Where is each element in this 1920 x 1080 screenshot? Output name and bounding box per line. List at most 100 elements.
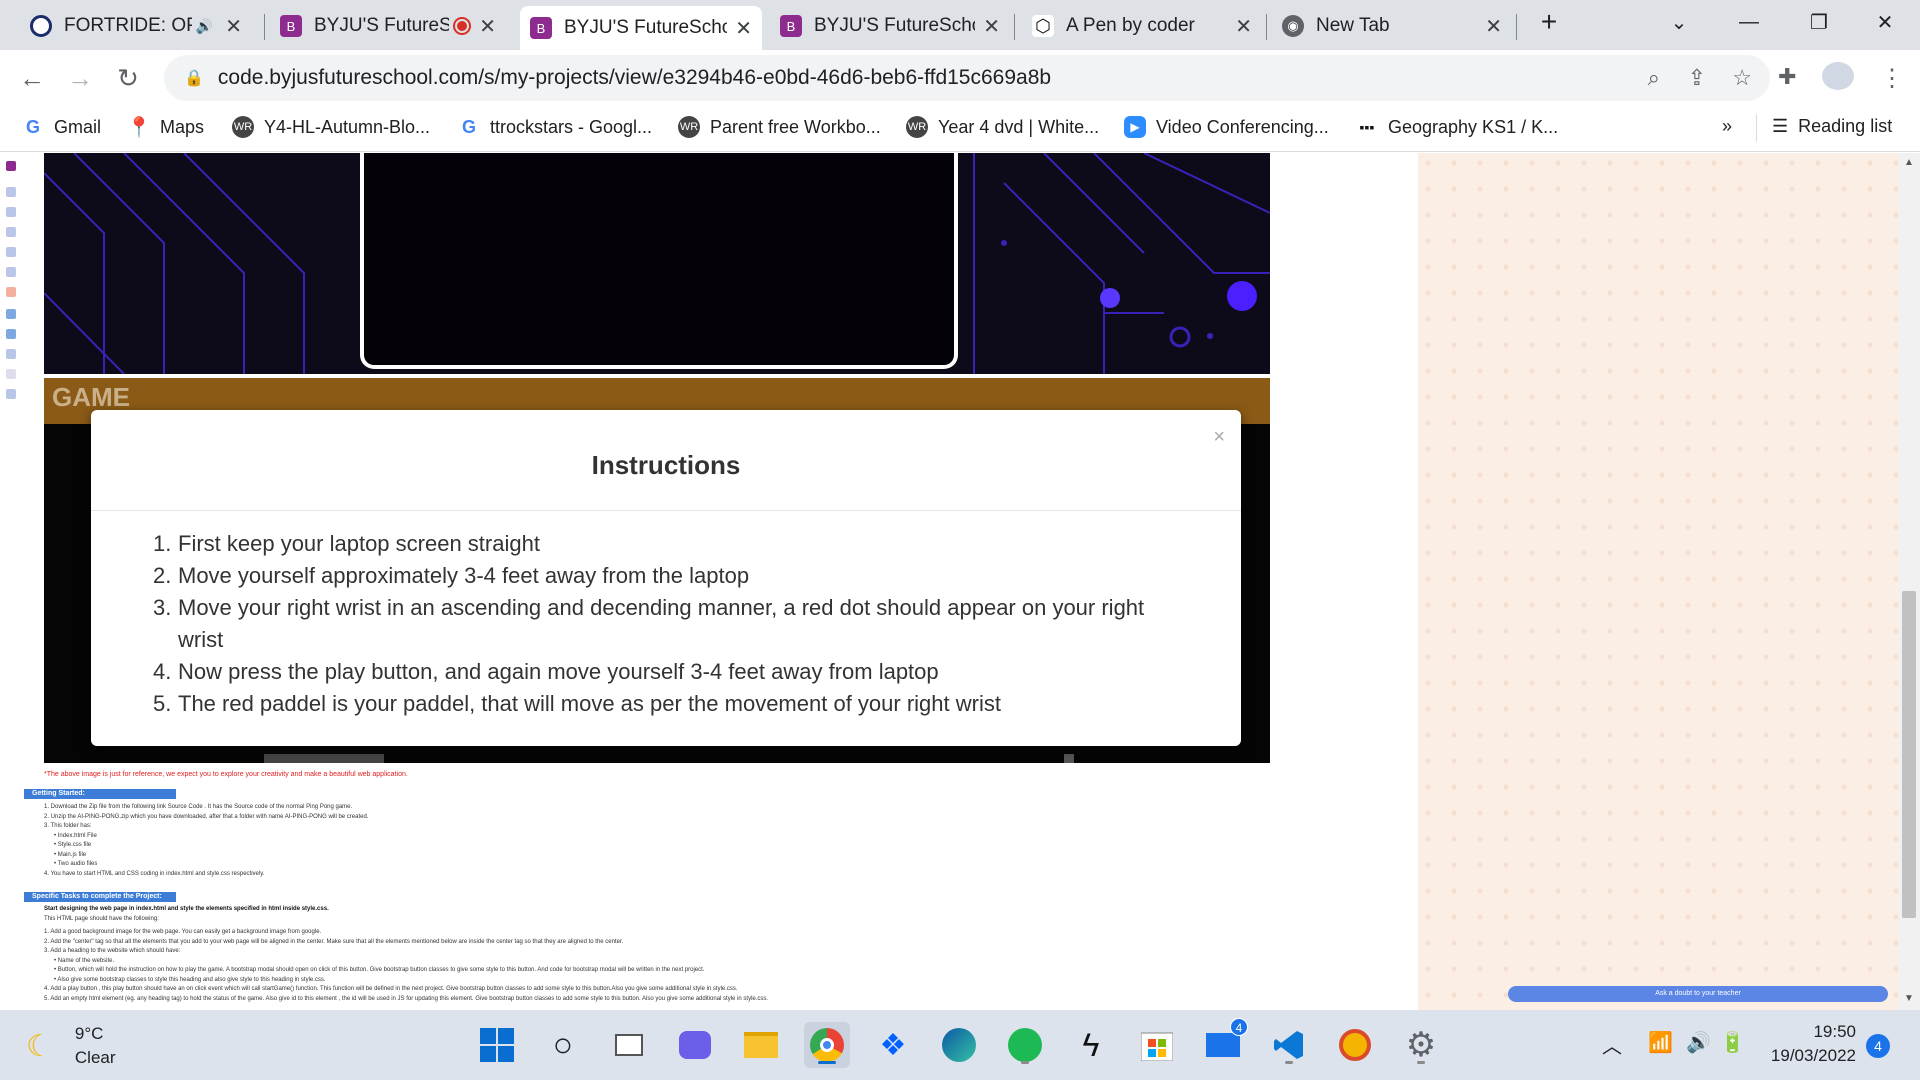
sidebar-item-icon[interactable] [6, 369, 16, 379]
instructions-list: 1. First keep your laptop screen straight… [153, 528, 1193, 720]
task-view-icon[interactable] [606, 1022, 652, 1068]
whiterose-icon: WR [232, 116, 254, 138]
reference-note: *The above image is just for reference, … [44, 771, 408, 778]
sidebar-item-icon[interactable] [6, 227, 16, 237]
clock-date: 19/03/2022 [1770, 1046, 1856, 1065]
windows-taskbar: ☾ 9°C Clear ○ ❖ ϟ 4 ⚙ ︿ 📶 🔊 🔋 19:50 19/0… [0, 1010, 1920, 1080]
sidebar-logo-icon[interactable] [6, 161, 16, 171]
bookmark-gmail[interactable]: G Gmail [22, 116, 101, 138]
bookmark-geography[interactable]: ▪▪▪ Geography KS1 / K... [1356, 116, 1558, 138]
share-icon[interactable]: ⇪ [1688, 65, 1706, 91]
scroll-up-icon[interactable]: ▲ [1904, 157, 1914, 168]
instruction-item: 2. Move yourself approximately 3-4 feet a… [153, 563, 750, 588]
show-hidden-icons-chevron-icon[interactable]: ︿ [1602, 1030, 1622, 1059]
tab-byjus-1[interactable]: B BYJU'S FutureS ✕ [270, 6, 506, 46]
wifi-icon[interactable]: 📶 [1648, 1030, 1673, 1055]
tab-byjus-3[interactable]: B BYJU'S FutureSchoo ✕ [770, 6, 1010, 46]
minimize-button[interactable]: — [1714, 0, 1784, 44]
address-bar[interactable]: 🔒 code.byjusfutureschool.com/s/my-projec… [164, 55, 1770, 101]
bookmark-star-icon[interactable]: ☆ [1732, 65, 1752, 91]
reading-list-button[interactable]: ☰ Reading list [1772, 116, 1892, 137]
google-icon: G [458, 116, 480, 138]
codepen-icon: ⬡ [1032, 15, 1054, 37]
notifications-badge[interactable]: 4 [1866, 1034, 1890, 1058]
sidebar-item-icon[interactable] [6, 309, 16, 319]
menu-kebab-icon[interactable]: ⋮ [1880, 64, 1904, 93]
close-tab-icon[interactable]: ✕ [983, 14, 1000, 39]
sidebar-item-icon[interactable] [6, 187, 16, 197]
url-text: code.byjusfutureschool.com/s/my-projects… [217, 66, 1052, 89]
microsoft-store-icon[interactable] [1134, 1022, 1180, 1068]
close-tab-icon[interactable]: ✕ [479, 14, 496, 39]
scroll-thumb[interactable] [1902, 591, 1916, 918]
zoom-icon[interactable]: ⌕ [1648, 65, 1660, 91]
modal-close-button[interactable]: × [1213, 426, 1225, 449]
edge-icon[interactable] [936, 1022, 982, 1068]
more-bookmarks-button[interactable]: » [1722, 116, 1732, 137]
volume-icon[interactable]: 🔊 [1686, 1030, 1711, 1055]
forward-button[interactable]: → [60, 58, 100, 98]
bolt-app-icon[interactable]: ϟ [1068, 1022, 1114, 1068]
new-tab-button[interactable]: + [1514, 0, 1584, 44]
search-icon[interactable]: ○ [540, 1022, 586, 1068]
page-scrollbar[interactable]: ▲ ▼ [1898, 153, 1920, 1010]
scroll-down-icon[interactable]: ▼ [1904, 993, 1914, 1004]
dropbox-icon[interactable]: ❖ [870, 1022, 916, 1068]
reload-button[interactable]: ↻ [108, 58, 148, 98]
extensions-icon[interactable]: ✚ [1778, 64, 1796, 90]
teams-chat-icon[interactable] [672, 1022, 718, 1068]
instruction-item: 5. The red paddel is your paddel, that wi… [153, 691, 1001, 716]
zoom-icon: ▶ [1124, 116, 1146, 138]
profile-avatar[interactable] [1822, 62, 1854, 90]
clock-time: 19:50 [1813, 1022, 1856, 1041]
system-clock[interactable]: 19:50 19/03/2022 [1762, 1020, 1856, 1068]
weather-widget[interactable]: ☾ 9°C Clear [26, 1022, 116, 1070]
close-tab-icon[interactable]: ✕ [1485, 14, 1502, 39]
sidebar-item-icon[interactable] [6, 247, 16, 257]
file-explorer-icon[interactable] [738, 1022, 784, 1068]
tab-search-chevron-icon[interactable]: ⌄ [1644, 0, 1714, 44]
sidebar-item-icon[interactable] [6, 349, 16, 359]
settings-gear-icon[interactable]: ⚙ [1398, 1022, 1444, 1068]
instruction-item: 3. Move your right wrist in an ascending … [153, 595, 1145, 652]
tab-title: FORTRIDE: OPE [64, 15, 192, 36]
close-window-button[interactable]: ✕ [1850, 0, 1920, 44]
battery-icon[interactable]: 🔋 [1720, 1030, 1745, 1055]
close-tab-icon[interactable]: ✕ [225, 14, 242, 39]
bookmarks-bar: G Gmail 📍 Maps WR Y4-HL-Autumn-Blo... Gttro… [0, 106, 1920, 152]
sidebar-item-icon[interactable] [6, 389, 16, 399]
sidebar-item-icon[interactable] [6, 287, 16, 297]
lock-icon[interactable]: 🔒 [184, 68, 204, 88]
norton-icon[interactable] [1332, 1022, 1378, 1068]
bookmark-parent-free[interactable]: WR Parent free Workbo... [678, 116, 881, 138]
start-button[interactable] [474, 1022, 520, 1068]
mail-icon[interactable]: 4 [1200, 1018, 1248, 1068]
sidebar-item-icon[interactable] [6, 329, 16, 339]
sidebar-item-icon[interactable] [6, 267, 16, 277]
bookmark-year4-dvd[interactable]: WR Year 4 dvd | White... [906, 116, 1099, 138]
bookmark-ttrockstars[interactable]: Gttrockstars - Googl... [458, 116, 652, 138]
tab-byjus-active[interactable]: B BYJU'S FutureSchoo ✕ [520, 6, 762, 50]
tab-strip: FORTRIDE: OPE 🔊 ✕ B BYJU'S FutureS ✕ B B… [0, 0, 1920, 50]
bookmark-video-conf[interactable]: ▶ Video Conferencing... [1124, 116, 1329, 138]
sidebar-item-icon[interactable] [6, 207, 16, 217]
restore-button[interactable]: ❐ [1784, 0, 1854, 44]
vscode-icon[interactable] [1266, 1022, 1312, 1068]
chrome-icon[interactable] [804, 1022, 850, 1068]
back-button[interactable]: ← [12, 58, 52, 98]
tab-title: A Pen by coder [1066, 15, 1195, 36]
bookmark-maps[interactable]: 📍 Maps [127, 116, 204, 139]
close-tab-icon[interactable]: ✕ [735, 16, 752, 41]
bookmark-y4-hl[interactable]: WR Y4-HL-Autumn-Blo... [232, 116, 430, 138]
tab-new-tab[interactable]: ◉ New Tab ✕ [1272, 6, 1512, 46]
ask-doubt-button[interactable]: Ask a doubt to your teacher [1508, 986, 1888, 1002]
speaker-icon[interactable]: 🔊 [196, 18, 213, 35]
close-tab-icon[interactable]: ✕ [1235, 14, 1252, 39]
tab-fortride[interactable]: FORTRIDE: OPE 🔊 ✕ [20, 6, 252, 46]
moon-icon: ☾ [26, 1029, 53, 1063]
spotify-icon[interactable] [1002, 1022, 1048, 1068]
modal-header: Instructions × [91, 410, 1241, 511]
tab-codepen[interactable]: ⬡ A Pen by coder ✕ [1022, 6, 1262, 46]
game-title: GAME [52, 382, 130, 412]
laptop-screen-image [360, 153, 958, 369]
